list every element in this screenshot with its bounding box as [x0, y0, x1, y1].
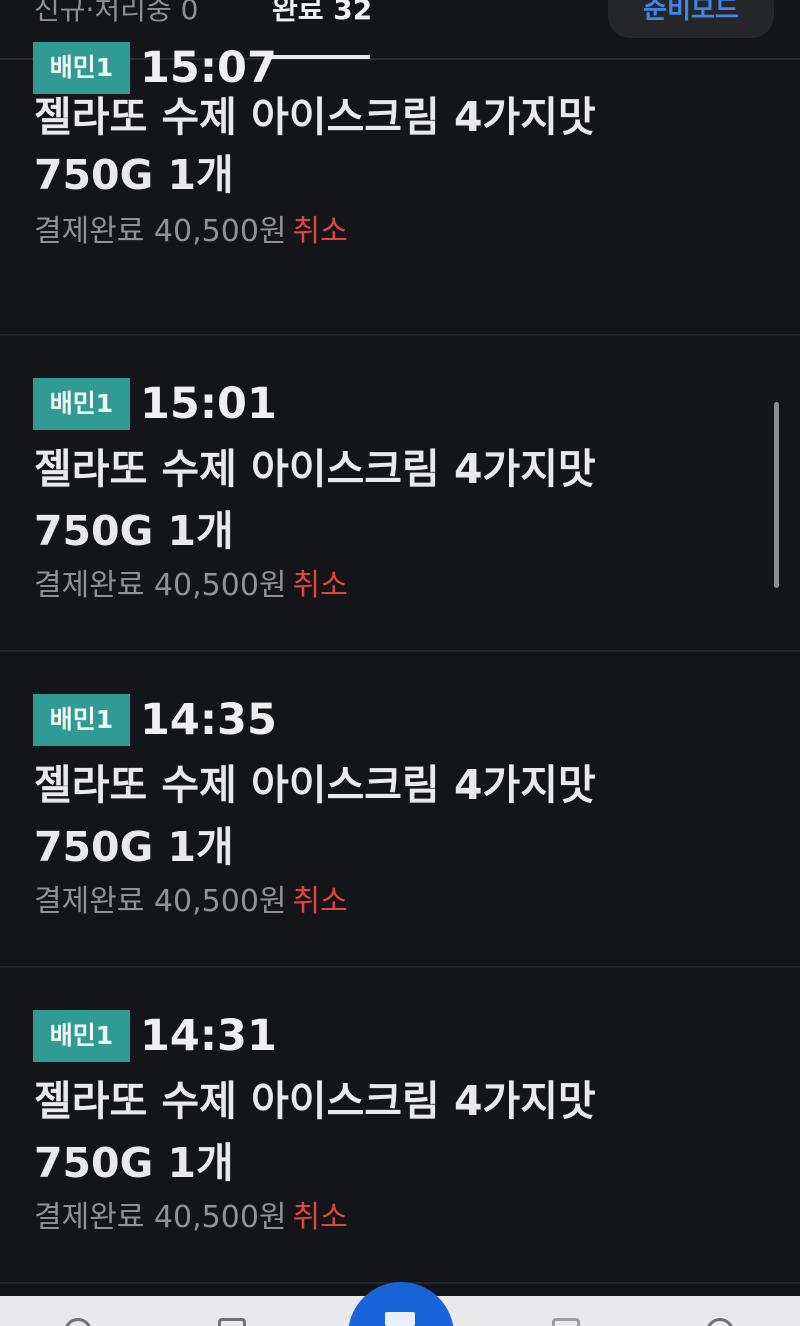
order-item-quantity: 750G 1개 — [34, 1139, 234, 1187]
order-item-name: 젤라또 수제 아이스크림 4가지맛 — [34, 93, 596, 141]
payment-status: 결제완료 40,500원 취소 — [34, 566, 348, 606]
order-card[interactable]: 배민1 15:07 젤라또 수제 아이스크림 4가지맛 750G 1개 결제완료… — [0, 20, 800, 336]
scrollbar-thumb[interactable] — [774, 402, 779, 588]
cancel-link[interactable]: 취소 — [293, 568, 348, 603]
cancel-link[interactable]: 취소 — [293, 1200, 348, 1235]
platform-badge: 배민1 — [33, 694, 130, 746]
order-time: 14:35 — [140, 695, 277, 745]
cancel-link[interactable]: 취소 — [293, 214, 348, 249]
stats-icon[interactable] — [552, 1318, 580, 1326]
platform-badge: 배민1 — [33, 378, 130, 430]
order-time: 14:31 — [140, 1011, 277, 1061]
person-icon[interactable] — [706, 1318, 734, 1326]
platform-badge: 배민1 — [33, 42, 130, 94]
order-card[interactable]: 배민1 14:31 젤라또 수제 아이스크림 4가지맛 750G 1개 결제완료… — [0, 968, 800, 1284]
payment-status: 결제완료 40,500원 취소 — [34, 1198, 348, 1238]
platform-badge: 배민1 — [33, 1010, 130, 1062]
home-icon[interactable] — [64, 1318, 92, 1326]
list-icon[interactable] — [218, 1318, 246, 1326]
order-icon — [385, 1312, 415, 1326]
payment-status: 결제완료 40,500원 취소 — [34, 212, 348, 252]
order-card[interactable]: 배민1 15:01 젤라또 수제 아이스크림 4가지맛 750G 1개 결제완료… — [0, 336, 800, 652]
order-item-quantity: 750G 1개 — [34, 151, 234, 199]
cancel-link[interactable]: 취소 — [293, 884, 348, 919]
order-card[interactable]: 배민1 14:35 젤라또 수제 아이스크림 4가지맛 750G 1개 결제완료… — [0, 652, 800, 968]
payment-status-text: 결제완료 40,500원 — [34, 214, 287, 249]
order-time: 15:07 — [140, 43, 277, 93]
order-history-screen: 신규·처리중 0 완료 32 준비모드 배민1 15:07 젤라또 수제 아이스… — [0, 0, 800, 1326]
order-item-name: 젤라또 수제 아이스크림 4가지맛 — [34, 761, 596, 809]
payment-status-text: 결제완료 40,500원 — [34, 568, 287, 603]
order-time: 15:01 — [140, 379, 277, 429]
payment-status: 결제완료 40,500원 취소 — [34, 882, 348, 922]
order-item-name: 젤라또 수제 아이스크림 4가지맛 — [34, 1077, 596, 1125]
payment-status-text: 결제완료 40,500원 — [34, 1200, 287, 1235]
order-item-quantity: 750G 1개 — [34, 507, 234, 555]
order-center-button[interactable] — [348, 1282, 454, 1326]
payment-status-text: 결제완료 40,500원 — [34, 884, 287, 919]
order-item-quantity: 750G 1개 — [34, 823, 234, 871]
order-item-name: 젤라또 수제 아이스크림 4가지맛 — [34, 445, 596, 493]
